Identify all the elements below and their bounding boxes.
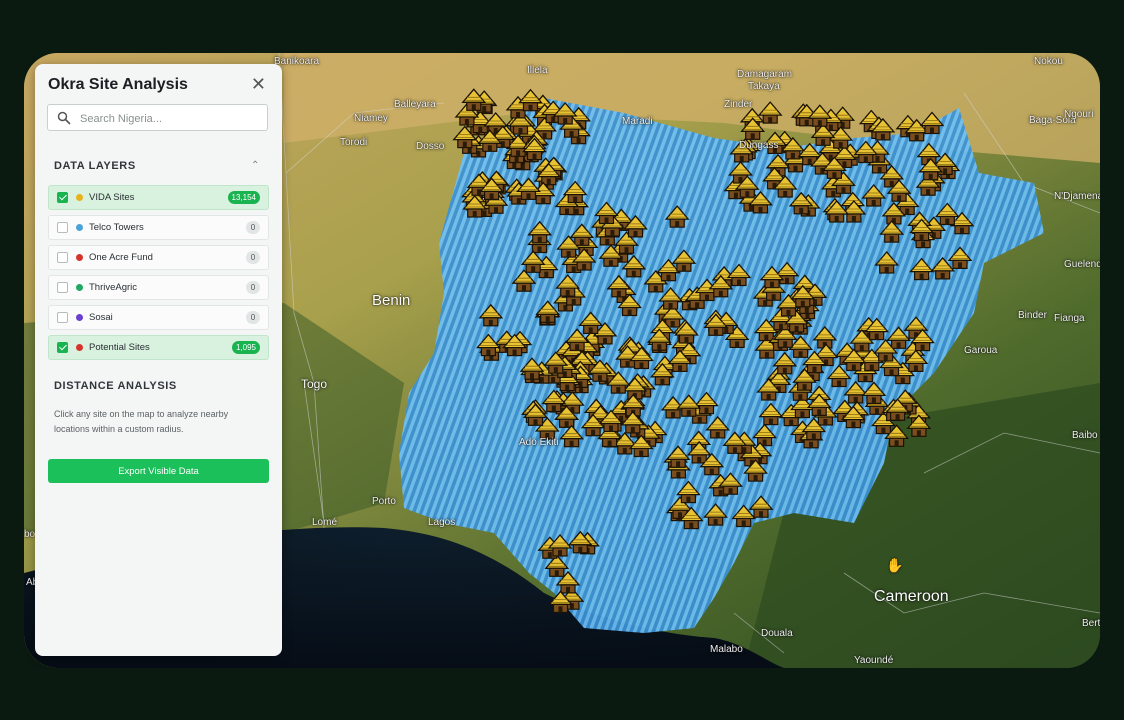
map-label-benin: Benin <box>372 292 411 309</box>
search-input[interactable] <box>78 109 262 129</box>
map-label-dosso: Dosso <box>416 141 445 152</box>
map-label-djamena: N'Djamena <box>1054 191 1100 202</box>
map-label-niamey: Niamey <box>354 113 388 124</box>
layer-checkbox[interactable] <box>57 282 68 293</box>
map-label-damagaram: Damagaram <box>737 69 793 80</box>
layer-count-badge: 0 <box>246 281 260 294</box>
map-label-bo: bo <box>24 529 36 540</box>
map-label-guelendeng: Guelendeng <box>1064 259 1100 270</box>
map-label-nokou: Nokou <box>1034 56 1063 67</box>
data-layers-heading: DATA LAYERS <box>54 160 136 172</box>
distance-analysis-description: Click any site on the map to analyze nea… <box>54 409 229 434</box>
map-label-balleyara: Balleyara <box>394 99 436 110</box>
map-label-douala: Douala <box>761 628 793 639</box>
layer-label: ThriveAgric <box>89 282 138 293</box>
map-label-baibo: Baibo <box>1072 430 1098 441</box>
layer-color-dot <box>76 284 83 291</box>
layer-count-badge: 0 <box>246 251 260 264</box>
layer-telco-towers[interactable]: Telco Towers 0 <box>48 215 269 240</box>
map-label-yaounde: Yaoundé <box>854 655 894 666</box>
search-icon <box>57 111 71 125</box>
distance-analysis-heading: DISTANCE ANALYSIS <box>54 380 177 392</box>
layer-color-dot <box>76 344 83 351</box>
layer-thriveagric[interactable]: ThriveAgric 0 <box>48 275 269 300</box>
layer-vida-sites[interactable]: VIDA Sites 13,154 <box>48 185 269 210</box>
layer-label: Sosai <box>89 312 113 323</box>
layer-color-dot <box>76 314 83 321</box>
chevron-up-icon[interactable]: ⌃ <box>251 160 259 171</box>
map-label-zinder: Zinder <box>724 99 753 110</box>
map-label-maradi: Maradi <box>622 116 653 127</box>
layer-count-badge: 13,154 <box>227 191 260 204</box>
layer-label: One Acre Fund <box>89 252 153 263</box>
map-label-lagos: Lagos <box>428 517 456 528</box>
map-label-banikoara: Banikoara <box>274 56 320 67</box>
hand-cursor-icon: ✋ <box>886 557 904 573</box>
map-label-cameroon: Cameroon <box>874 588 949 605</box>
layer-color-dot <box>76 194 83 201</box>
map-label-torodi: Torodi <box>340 137 368 148</box>
search-box <box>47 104 268 131</box>
map-label-takaya: Takaya <box>748 81 780 92</box>
layer-label: Potential Sites <box>89 342 150 353</box>
map-label-togo: Togo <box>301 377 328 391</box>
layer-color-dot <box>76 254 83 261</box>
map-label-bert: Bert <box>1082 618 1100 629</box>
layer-label: Telco Towers <box>89 222 144 233</box>
map-label-porto: Porto <box>372 496 396 507</box>
layer-count-badge: 0 <box>246 311 260 324</box>
map-label-malabo: Malabo <box>710 644 743 655</box>
side-panel: Okra Site Analysis ✕ DATA LAYERS ⌃ VIDA … <box>35 64 282 656</box>
panel-title: Okra Site Analysis <box>48 76 188 93</box>
map-label-illela: Illela <box>527 65 548 76</box>
layer-checkbox[interactable] <box>57 342 68 353</box>
map-label-ngouri: Ngouri <box>1064 109 1094 120</box>
map-label-binder: Binder <box>1018 310 1047 321</box>
map-label-garoua: Garoua <box>964 345 998 356</box>
layer-label: VIDA Sites <box>89 192 135 203</box>
layer-checkbox[interactable] <box>57 192 68 203</box>
map-label-lome: Lomé <box>312 517 338 528</box>
layer-count-badge: 1,095 <box>231 341 260 354</box>
layer-checkbox[interactable] <box>57 222 68 233</box>
map-label-adoekiti: Ado Ekiti <box>519 437 559 448</box>
layer-sosai[interactable]: Sosai 0 <box>48 305 269 330</box>
layer-potential-sites[interactable]: Potential Sites 1,095 <box>48 335 269 360</box>
layer-checkbox[interactable] <box>57 252 68 263</box>
layer-count-badge: 0 <box>246 221 260 234</box>
export-visible-data-button[interactable]: Export Visible Data <box>48 459 269 483</box>
layer-color-dot <box>76 224 83 231</box>
map-label-fianga: Fianga <box>1054 313 1085 324</box>
layer-one-acre-fund[interactable]: One Acre Fund 0 <box>48 245 269 270</box>
close-icon[interactable]: ✕ <box>251 74 266 94</box>
map-label-dungass: Dungass <box>739 140 779 151</box>
layer-checkbox[interactable] <box>57 312 68 323</box>
